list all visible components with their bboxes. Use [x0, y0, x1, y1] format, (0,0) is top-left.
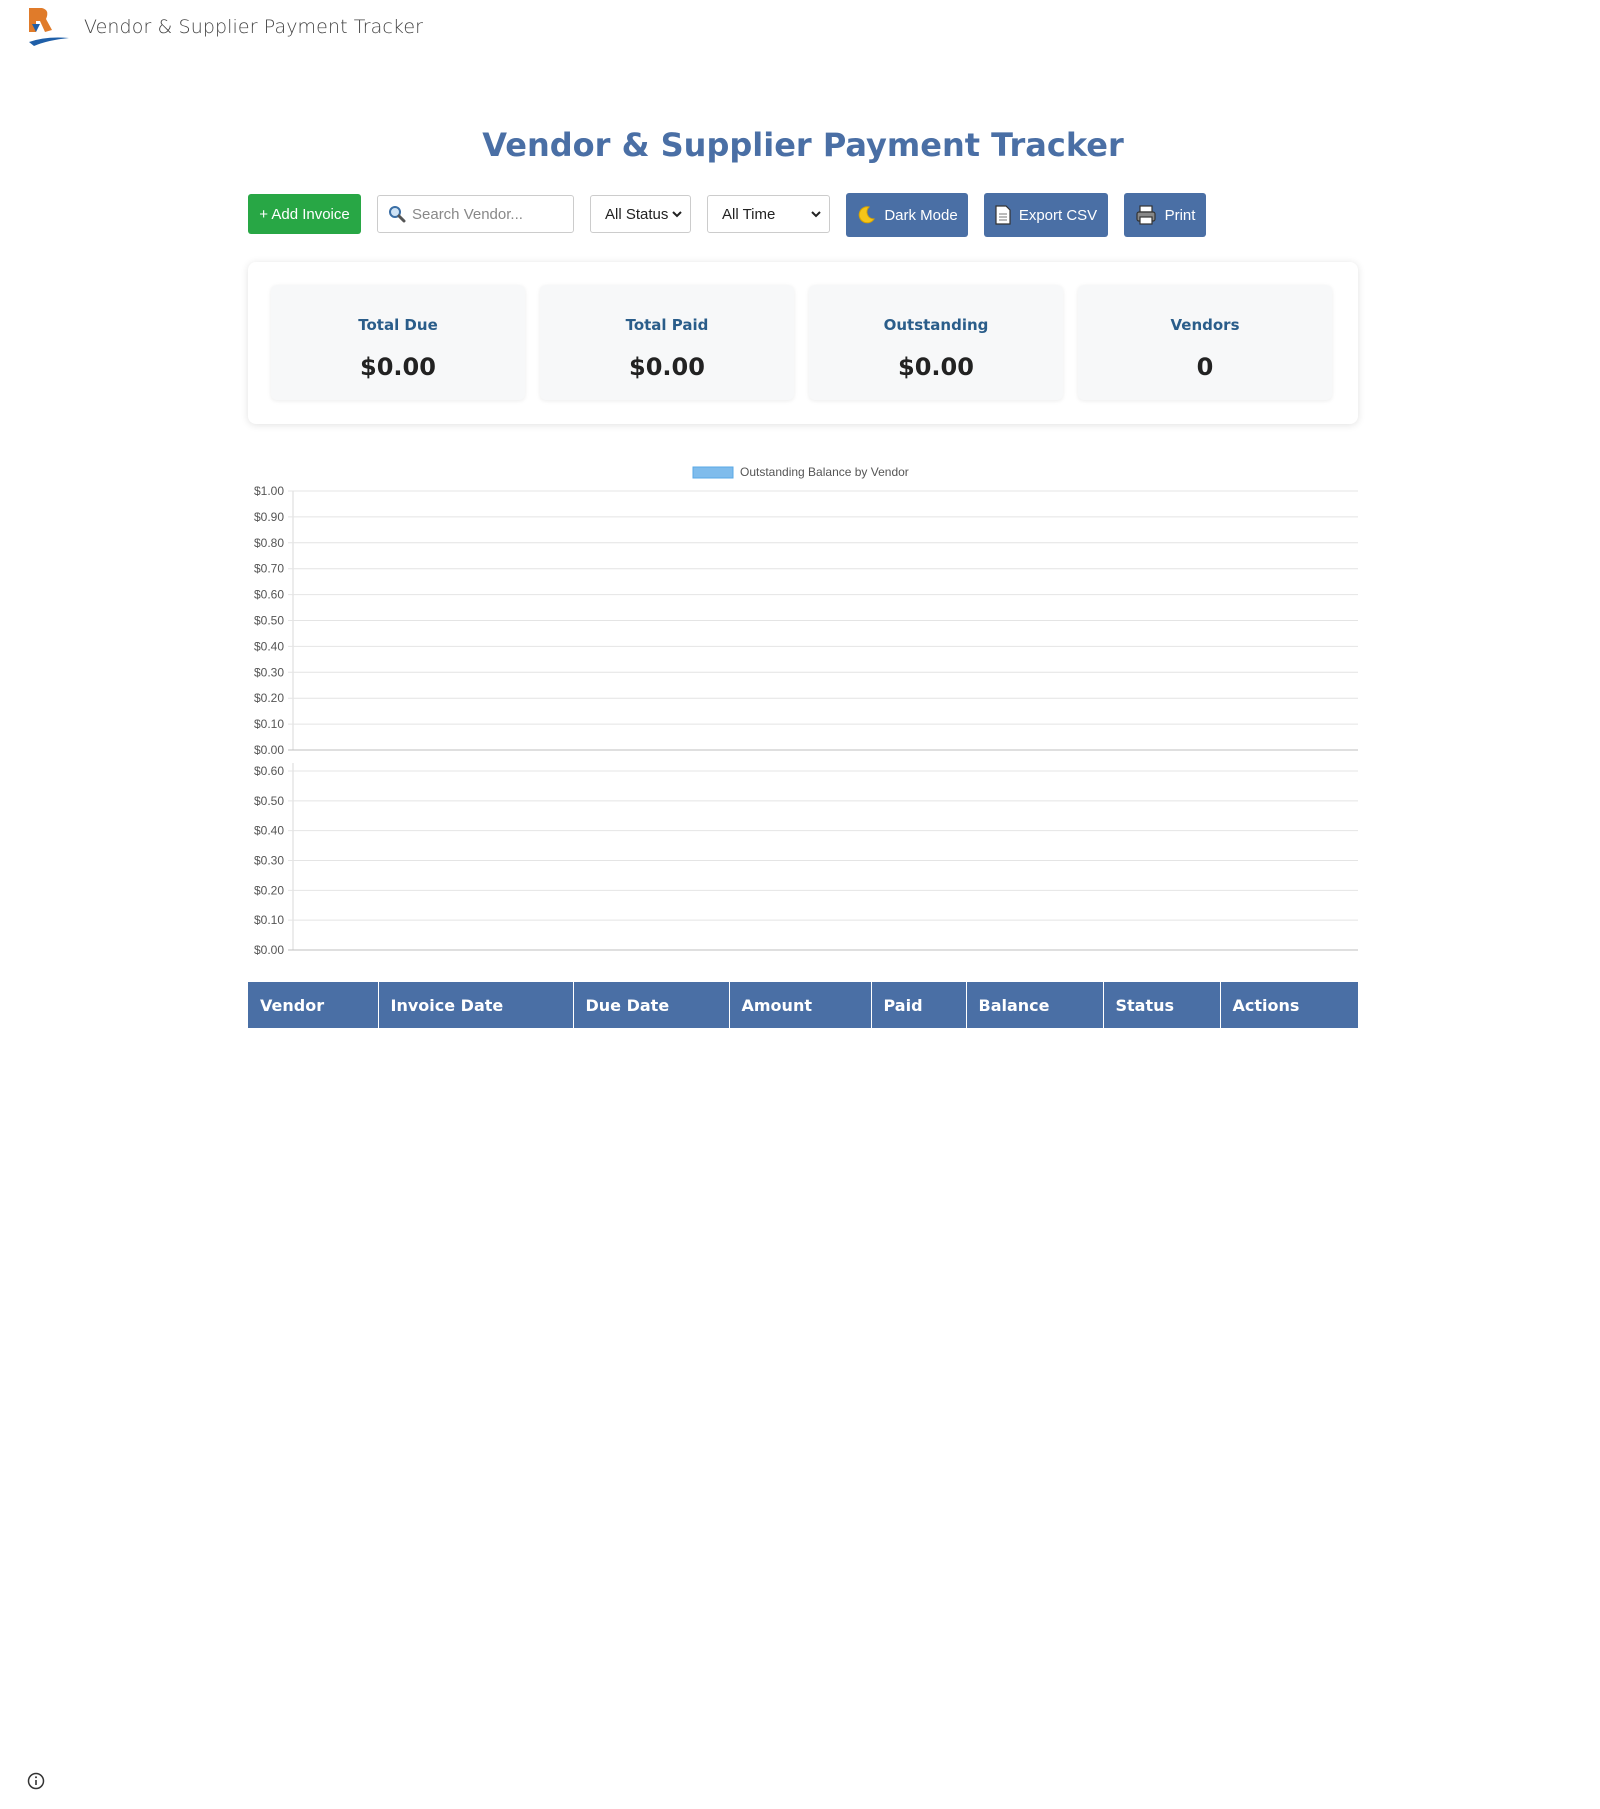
charts-area: Outstanding Balance by Vendor $1.00 $0.90 $…	[240, 456, 1360, 966]
card-label: Outstanding	[883, 316, 989, 334]
card-value: $0.00	[629, 353, 705, 381]
y-tick-label: $0.60	[254, 764, 284, 778]
chevron-down-icon	[811, 211, 821, 218]
summary-card-total-due: Total Due $0.00	[271, 285, 525, 400]
card-value: 0	[1196, 353, 1214, 381]
summary-panel: Total Due $0.00 Total Paid $0.00 Outstan…	[248, 262, 1358, 424]
dark-mode-button[interactable]: Dark Mode	[846, 193, 968, 237]
toolbar: + Add Invoice All Status All Time Dark M…	[248, 193, 1358, 237]
app-title: Vendor & Supplier Payment Tracker	[84, 16, 424, 38]
y-tick-label: $0.90	[254, 510, 284, 524]
table-header-row: Vendor Invoice Date Due Date Amount Paid…	[248, 982, 1358, 1028]
export-csv-label: Export CSV	[1018, 206, 1098, 224]
column-header-amount[interactable]: Amount	[729, 982, 872, 1028]
summary-card-vendors: Vendors 0	[1078, 285, 1332, 400]
y-tick-label: $0.30	[254, 665, 284, 679]
magnifier-icon	[389, 206, 406, 223]
page-title: Vendor & Supplier Payment Tracker	[482, 126, 1124, 164]
legend-swatch	[692, 466, 734, 479]
search-box[interactable]	[377, 195, 574, 233]
y-tick-label: $0.20	[254, 883, 284, 897]
card-value: $0.00	[360, 353, 436, 381]
y-tick-label: $0.40	[254, 639, 284, 653]
card-label: Total Paid	[625, 316, 709, 334]
column-header-invoice-date[interactable]: Invoice Date	[378, 982, 574, 1028]
y-tick-label: $0.00	[254, 743, 284, 757]
y-tick-label: $0.20	[254, 691, 284, 705]
moon-icon	[859, 206, 876, 224]
y-tick-label: $1.00	[254, 484, 284, 498]
document-icon	[995, 205, 1011, 225]
y-tick-label: $0.80	[254, 536, 284, 550]
y-tick-label: $0.50	[254, 614, 284, 628]
time-filter-select[interactable]: All Time	[707, 195, 830, 233]
column-header-status[interactable]: Status	[1103, 982, 1221, 1028]
status-filter-value: All Status	[605, 205, 669, 223]
summary-card-outstanding: Outstanding $0.00	[809, 285, 1063, 400]
export-csv-button[interactable]: Export CSV	[984, 193, 1108, 237]
column-header-paid[interactable]: Paid	[871, 982, 967, 1028]
card-label: Vendors	[1170, 316, 1240, 334]
y-tick-label: $0.70	[254, 562, 284, 576]
brand-logo-icon	[29, 8, 69, 46]
card-label: Total Due	[358, 316, 438, 334]
status-filter-select[interactable]: All Status	[590, 195, 691, 233]
top-bar: Vendor & Supplier Payment Tracker	[0, 0, 1600, 60]
print-label: Print	[1164, 206, 1196, 224]
legend-label: Outstanding Balance by Vendor	[740, 465, 909, 479]
y-tick-label: $0.30	[254, 854, 284, 868]
add-invoice-button[interactable]: + Add Invoice	[248, 194, 361, 234]
column-header-due-date[interactable]: Due Date	[573, 982, 730, 1028]
card-value: $0.00	[898, 353, 974, 381]
chevron-down-icon	[672, 211, 682, 218]
summary-card-total-paid: Total Paid $0.00	[540, 285, 794, 400]
search-input[interactable]	[412, 205, 572, 223]
dark-mode-label: Dark Mode	[884, 206, 958, 224]
invoice-table: Vendor Invoice Date Due Date Amount Paid…	[248, 982, 1358, 1028]
time-filter-value: All Time	[722, 205, 776, 223]
y-tick-label: $0.50	[254, 794, 284, 808]
info-icon[interactable]	[27, 1772, 45, 1790]
column-header-actions[interactable]: Actions	[1220, 982, 1358, 1028]
print-button[interactable]: Print	[1124, 193, 1206, 237]
y-tick-label: $0.10	[254, 717, 284, 731]
y-tick-label: $0.10	[254, 913, 284, 927]
y-tick-label: $0.60	[254, 588, 284, 602]
printer-icon	[1135, 205, 1156, 225]
column-header-balance[interactable]: Balance	[966, 982, 1104, 1028]
y-tick-label: $0.40	[254, 824, 284, 838]
column-header-vendor[interactable]: Vendor	[248, 982, 379, 1028]
y-tick-label: $0.00	[254, 943, 284, 957]
outstanding-balance-chart: Outstanding Balance by Vendor $1.00 $0.90 $…	[254, 465, 1358, 957]
